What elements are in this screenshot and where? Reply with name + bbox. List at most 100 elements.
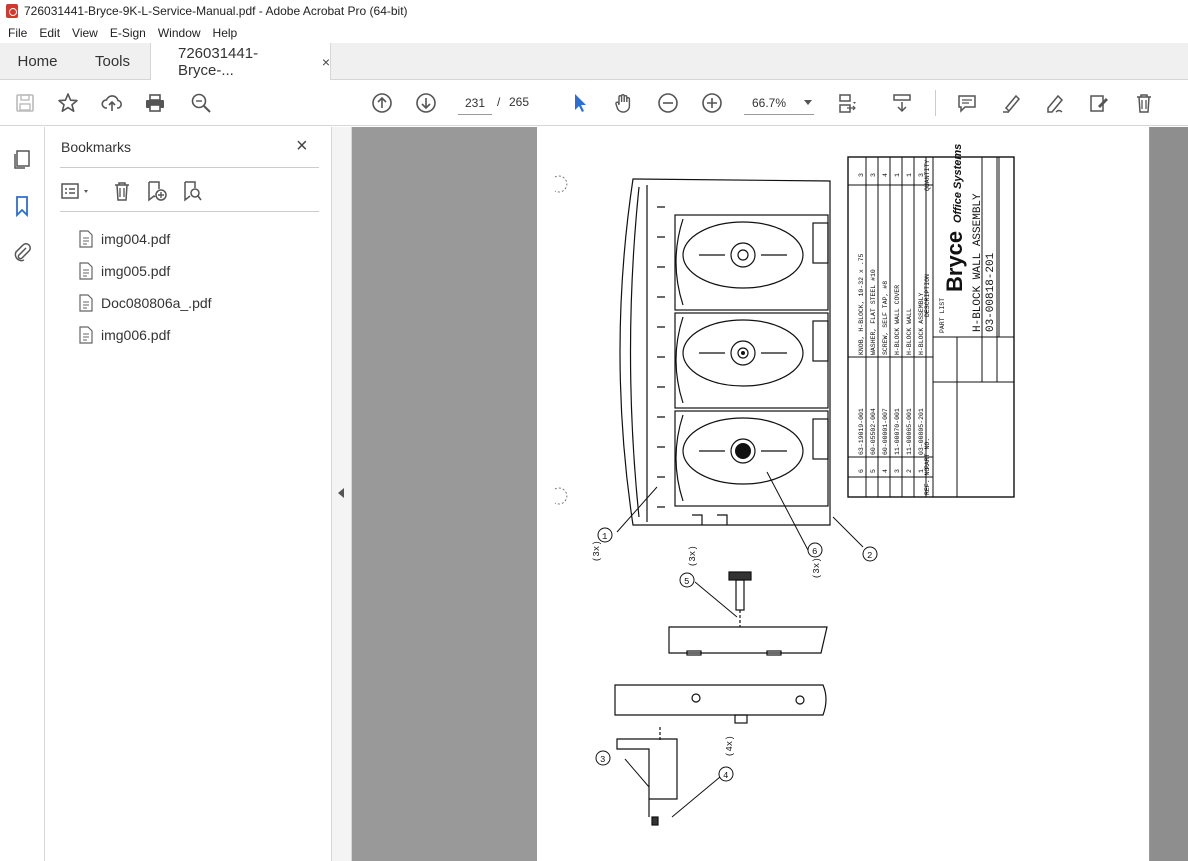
brand-logo: Bryce xyxy=(942,231,967,292)
pages-icon[interactable] xyxy=(10,147,34,171)
document-icon xyxy=(79,230,93,248)
next-page-icon[interactable] xyxy=(414,91,438,115)
print-icon[interactable] xyxy=(143,91,167,115)
part-ref: 2 xyxy=(906,469,913,473)
part-number: 11-00065-001 xyxy=(906,408,913,455)
callout-label: 2 xyxy=(867,551,872,561)
pdf-page: 1 2 6 5 3 4 (3x) (3x) (3x) (4x) QUANTITY… xyxy=(537,127,1149,861)
highlight-icon[interactable] xyxy=(999,91,1023,115)
ref-label: REF. NO. xyxy=(924,464,931,495)
tab-bar: Home Tools 726031441-Bryce-... × xyxy=(0,43,1188,81)
tab-home[interactable]: Home xyxy=(0,43,75,80)
attachment-icon[interactable] xyxy=(10,240,34,264)
bookmark-label: Doc080806a_.pdf xyxy=(101,295,212,311)
chevron-left-icon xyxy=(338,488,344,498)
toolbar-divider xyxy=(935,90,936,116)
menu-help[interactable]: Help xyxy=(207,26,244,40)
bookmark-icon[interactable] xyxy=(10,194,34,218)
callout-label: 6 xyxy=(812,547,817,557)
main-toolbar: 231 / 265 66.7% xyxy=(0,80,1188,126)
menu-bar: File Edit View E-Sign Window Help xyxy=(0,22,1188,43)
bookmark-label: img004.pdf xyxy=(101,231,171,247)
bookmark-item[interactable]: img005.pdf xyxy=(78,255,212,287)
delete-bookmark-icon[interactable] xyxy=(110,179,134,203)
tab-close-icon[interactable]: × xyxy=(322,54,330,70)
document-icon xyxy=(79,262,93,280)
select-cursor-icon[interactable] xyxy=(568,91,592,115)
zoom-in-icon[interactable] xyxy=(700,91,724,115)
bookmarks-panel: Bookmarks × img004.pdf img005.pdf Doc080… xyxy=(46,127,332,861)
callout-label: 5 xyxy=(684,577,689,587)
prev-page-icon[interactable] xyxy=(370,91,394,115)
part-desc: SCREW, SELF TAP, #8 xyxy=(882,281,889,355)
part-list-label: PART LIST xyxy=(939,298,946,333)
callout-label: (3x) xyxy=(688,545,698,567)
drawing-part-number: 03-00818-201 xyxy=(985,252,997,332)
part-ref: 3 xyxy=(894,469,901,473)
part-number: 11-00070-001 xyxy=(894,408,901,455)
options-icon[interactable] xyxy=(60,179,96,203)
menu-window[interactable]: Window xyxy=(152,26,207,40)
document-icon xyxy=(79,294,93,312)
menu-esign[interactable]: E-Sign xyxy=(104,26,152,40)
page-number-input[interactable]: 231 xyxy=(458,91,492,115)
part-desc: WASHER, FLAT STEEL #10 xyxy=(870,269,877,355)
quantity-label: QUANTITY xyxy=(924,160,931,191)
part-qty: 4 xyxy=(882,173,889,177)
callout-label: 3 xyxy=(600,755,605,765)
scroll-icon[interactable] xyxy=(890,91,914,115)
upload-icon[interactable] xyxy=(100,91,124,115)
zoom-select[interactable]: 66.7% xyxy=(744,91,814,115)
panel-collapse-handle[interactable] xyxy=(332,127,352,861)
page-total: 265 xyxy=(509,95,530,109)
part-qty: 3 xyxy=(918,173,925,177)
part-qty: 1 xyxy=(894,173,901,177)
callout-label: 1 xyxy=(602,532,607,542)
hand-icon[interactable] xyxy=(612,91,636,115)
bookmarks-title: Bookmarks xyxy=(61,139,132,155)
title-block: QUANTITY DESCRIPTION PART NO. REF. NO. P… xyxy=(847,144,1015,498)
menu-edit[interactable]: Edit xyxy=(33,26,66,40)
save-icon[interactable] xyxy=(13,91,37,115)
part-ref: 6 xyxy=(858,469,865,473)
bookmark-item[interactable]: img004.pdf xyxy=(78,223,212,255)
part-desc: KNOB, H-BLOCK, 10-32 x .75 xyxy=(858,253,865,355)
tab-document-label: 726031441-Bryce-... xyxy=(178,45,259,79)
close-icon[interactable]: × xyxy=(296,135,308,158)
edit-icon[interactable] xyxy=(1087,91,1111,115)
part-qty: 3 xyxy=(858,173,865,177)
bookmark-label: img005.pdf xyxy=(101,263,171,279)
new-bookmark-icon[interactable] xyxy=(144,179,168,203)
bookmark-item[interactable]: img006.pdf xyxy=(78,319,212,351)
sign-icon[interactable] xyxy=(1043,91,1067,115)
chevron-down-icon xyxy=(804,100,812,105)
window-title: 726031441-Bryce-9K-L-Service-Manual.pdf … xyxy=(24,4,408,18)
technical-drawing: 1 2 6 5 3 4 (3x) (3x) (3x) (4x) QUANTITY… xyxy=(554,144,1015,826)
page-display-icon[interactable] xyxy=(836,91,860,115)
bookmark-list: img004.pdf img005.pdf Doc080806a_.pdf im… xyxy=(78,223,212,351)
delete-icon[interactable] xyxy=(1132,91,1156,115)
document-icon xyxy=(79,326,93,344)
bookmark-label: img006.pdf xyxy=(101,327,171,343)
part-ref: 5 xyxy=(870,469,877,473)
brand-subtitle: Office Systems xyxy=(952,144,964,223)
part-ref: 4 xyxy=(882,469,889,473)
part-qty: 3 xyxy=(870,173,877,177)
comment-icon[interactable] xyxy=(955,91,979,115)
bookmark-search-icon[interactable] xyxy=(180,179,204,203)
assembly-title: H-BLOCK WALL ASSEMBLY xyxy=(972,193,984,332)
bookmark-item[interactable]: Doc080806a_.pdf xyxy=(78,287,212,319)
acrobat-icon xyxy=(6,4,18,18)
star-icon[interactable] xyxy=(56,91,80,115)
menu-view[interactable]: View xyxy=(66,26,104,40)
part-desc: H-BLOCK WALL COVER xyxy=(894,285,901,355)
find-icon[interactable] xyxy=(189,91,213,115)
document-viewer[interactable]: 1 2 6 5 3 4 (3x) (3x) (3x) (4x) QUANTITY… xyxy=(352,127,1188,861)
part-number: 60-05502-004 xyxy=(870,408,877,455)
menu-file[interactable]: File xyxy=(2,26,33,40)
callout-label: (4x) xyxy=(725,735,735,757)
tab-tools[interactable]: Tools xyxy=(75,43,150,80)
tab-document[interactable]: 726031441-Bryce-... × xyxy=(150,43,331,81)
part-desc: H-BLOCK WALL xyxy=(906,308,913,355)
zoom-out-icon[interactable] xyxy=(656,91,680,115)
